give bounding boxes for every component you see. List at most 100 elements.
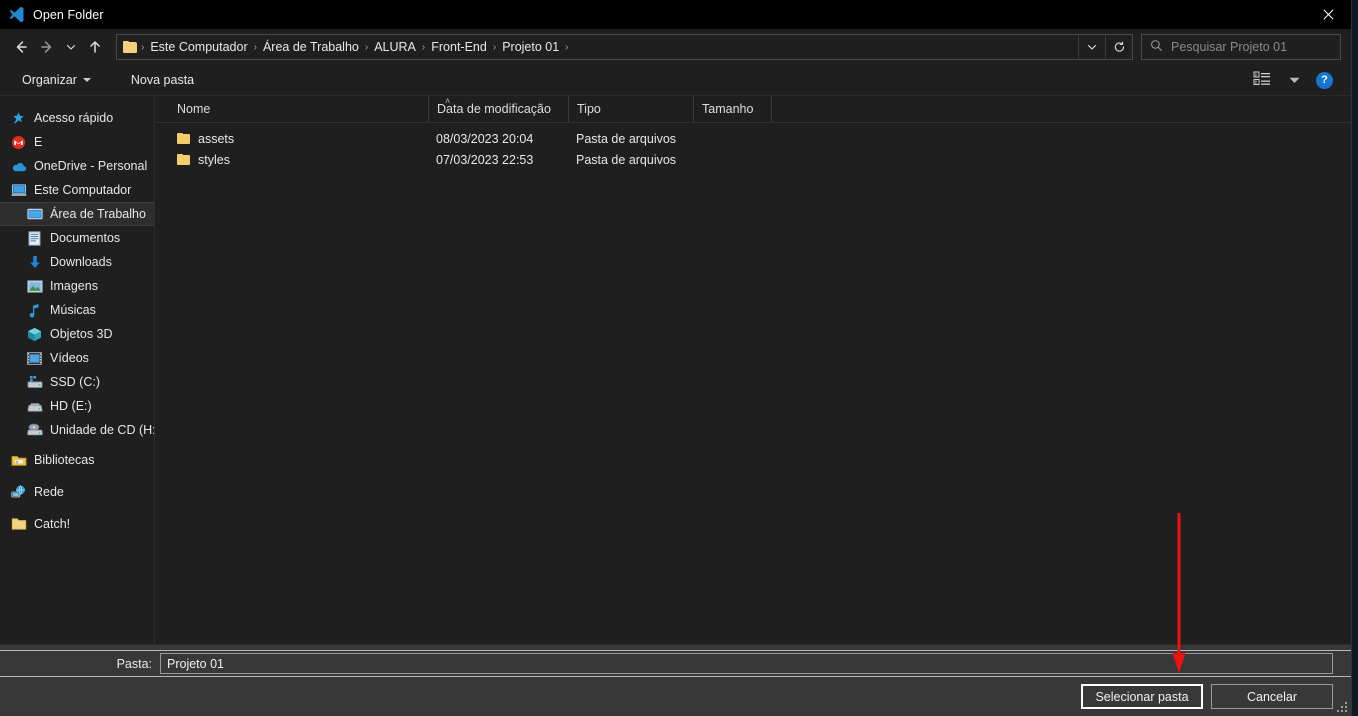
documents-icon — [26, 230, 43, 247]
view-options-icon[interactable] — [1253, 71, 1275, 89]
sidebar-item-label: Vídeos — [50, 351, 89, 365]
file-list-pane: Nome Data de modificação Tipo Tamanho ˄ … — [155, 96, 1351, 644]
column-header-tipo[interactable]: Tipo — [568, 96, 693, 122]
table-row[interactable]: assets 08/03/2023 20:04 Pasta de arquivo… — [155, 128, 1351, 149]
sidebar-item-videos[interactable]: Vídeos — [0, 346, 154, 370]
command-bar: Organizar Nova pasta ? — [0, 65, 1351, 96]
footer-buttons: Selecionar pasta Cancelar — [1081, 684, 1333, 709]
sidebar-item-bibliotecas[interactable]: Bibliotecas — [0, 448, 154, 472]
folder-icon — [123, 40, 138, 54]
breadcrumb-item-0[interactable]: Este Computador — [145, 40, 252, 54]
3d-objects-icon — [26, 326, 43, 343]
breadcrumb-item-1[interactable]: Área de Trabalho — [258, 40, 364, 54]
sidebar-item-imagens[interactable]: Imagens — [0, 274, 154, 298]
table-row[interactable]: styles 07/03/2023 22:53 Pasta de arquivo… — [155, 149, 1351, 170]
sidebar-item-ssd-c[interactable]: SSD (C:) — [0, 370, 154, 394]
sidebar-item-label: E — [34, 135, 43, 149]
file-name-cell: assets — [155, 132, 428, 146]
column-header-spacer — [771, 96, 789, 122]
sidebar-item-este-computador[interactable]: Este Computador — [0, 178, 154, 202]
sidebar-item-hd-e[interactable]: HD (E:) — [0, 394, 154, 418]
sidebar-item-label: HD (E:) — [50, 399, 92, 413]
sidebar-item-onedrive[interactable]: OneDrive - Personal — [0, 154, 154, 178]
sidebar-item-catch[interactable]: Catch! — [0, 512, 154, 536]
file-name: assets — [198, 131, 235, 146]
column-header-tamanho[interactable]: Tamanho — [693, 96, 771, 122]
command-bar-right: ? — [1253, 71, 1337, 89]
downloads-arrow-icon — [26, 254, 43, 271]
navigation-bar: › Este Computador › Área de Trabalho › A… — [0, 29, 1351, 65]
address-bar[interactable]: › Este Computador › Área de Trabalho › A… — [116, 34, 1133, 60]
breadcrumb-item-4[interactable]: Projeto 01 — [497, 40, 564, 54]
search-icon — [1150, 39, 1163, 55]
footer-divider-bottom — [0, 676, 1351, 677]
select-folder-button[interactable]: Selecionar pasta — [1081, 684, 1203, 709]
resize-grip[interactable] — [1337, 702, 1348, 713]
folder-icon — [177, 132, 191, 145]
sidebar-item-objetos-3d[interactable]: Objetos 3D — [0, 322, 154, 346]
up-one-level-icon[interactable] — [82, 34, 108, 60]
sidebar-item-e[interactable]: E — [0, 130, 154, 154]
search-box[interactable]: Pesquisar Projeto 01 — [1141, 34, 1341, 60]
recent-locations-chevron-down-icon[interactable] — [60, 34, 82, 60]
view-dropdown-chevron-down-icon[interactable] — [1289, 73, 1300, 87]
column-header-nome[interactable]: Nome — [155, 96, 428, 122]
column-headers: Nome Data de modificação Tipo Tamanho ˄ — [155, 96, 1351, 123]
window-right-edge — [1352, 0, 1358, 716]
sidebar-item-label: OneDrive - Personal — [34, 159, 148, 173]
chevron-down-icon — [82, 78, 91, 82]
sidebar-item-label: Downloads — [50, 255, 112, 269]
help-button[interactable]: ? — [1316, 71, 1333, 89]
vscode-icon — [3, 2, 29, 28]
desktop-icon — [26, 206, 43, 223]
star-pin-icon — [10, 110, 27, 127]
sidebar-item-musicas[interactable]: Músicas — [0, 298, 154, 322]
address-bar-actions — [1078, 35, 1132, 59]
music-note-icon — [26, 302, 43, 319]
sidebar-item-rede[interactable]: Rede — [0, 480, 154, 504]
forward-icon[interactable] — [34, 34, 60, 60]
sidebar-item-downloads[interactable]: Downloads — [0, 250, 154, 274]
new-folder-label: Nova pasta — [130, 73, 195, 87]
title-bar: Open Folder — [0, 0, 1351, 29]
breadcrumb-item-2[interactable]: ALURA — [369, 40, 421, 54]
folder-icon — [10, 516, 27, 533]
dialog-body: Acesso rápido E OneDrive - Personal Este… — [0, 96, 1351, 644]
navigation-sidebar: Acesso rápido E OneDrive - Personal Este… — [0, 96, 155, 644]
hard-drive-icon — [26, 398, 43, 415]
organize-label: Organizar — [22, 73, 77, 87]
refresh-icon[interactable] — [1105, 35, 1132, 59]
file-modified: 07/03/2023 22:53 — [436, 152, 534, 167]
network-icon — [10, 484, 27, 501]
sidebar-item-label: Área de Trabalho — [50, 207, 146, 221]
search-input-placeholder: Pesquisar Projeto 01 — [1171, 40, 1288, 54]
sidebar-item-label: Rede — [34, 485, 64, 499]
address-history-chevron-down-icon[interactable] — [1078, 35, 1105, 59]
cd-drive-icon — [26, 422, 43, 439]
sidebar-item-label: Objetos 3D — [50, 327, 113, 341]
cancel-button[interactable]: Cancelar — [1211, 684, 1333, 709]
file-rows: assets 08/03/2023 20:04 Pasta de arquivo… — [155, 123, 1351, 644]
back-icon[interactable] — [8, 34, 34, 60]
sidebar-item-acesso-rapido[interactable]: Acesso rápido — [0, 106, 154, 130]
pictures-icon — [26, 278, 43, 295]
sidebar-item-label: Imagens — [50, 279, 98, 293]
sidebar-item-label: Unidade de CD (H: — [50, 423, 155, 437]
sidebar-item-label: Catch! — [34, 517, 71, 531]
file-type: Pasta de arquivos — [576, 131, 677, 146]
close-icon[interactable] — [1306, 0, 1351, 29]
breadcrumb-separator: › — [565, 41, 569, 53]
ssd-drive-icon — [26, 374, 43, 391]
organize-button[interactable]: Organizar — [14, 73, 99, 87]
libraries-icon — [10, 452, 27, 469]
new-folder-button[interactable]: Nova pasta — [123, 73, 202, 87]
sidebar-item-label: Este Computador — [34, 183, 132, 197]
sidebar-item-unidade-de-cd[interactable]: Unidade de CD (H: — [0, 418, 154, 442]
file-type: Pasta de arquivos — [576, 152, 677, 167]
gmail-icon — [10, 134, 27, 151]
folder-input[interactable]: Projeto 01 — [160, 653, 1333, 674]
folder-label: Pasta: — [116, 656, 152, 671]
breadcrumb-item-3[interactable]: Front-End — [426, 40, 492, 54]
sidebar-item-documentos[interactable]: Documentos — [0, 226, 154, 250]
sidebar-item-area-de-trabalho[interactable]: Área de Trabalho — [0, 202, 154, 226]
